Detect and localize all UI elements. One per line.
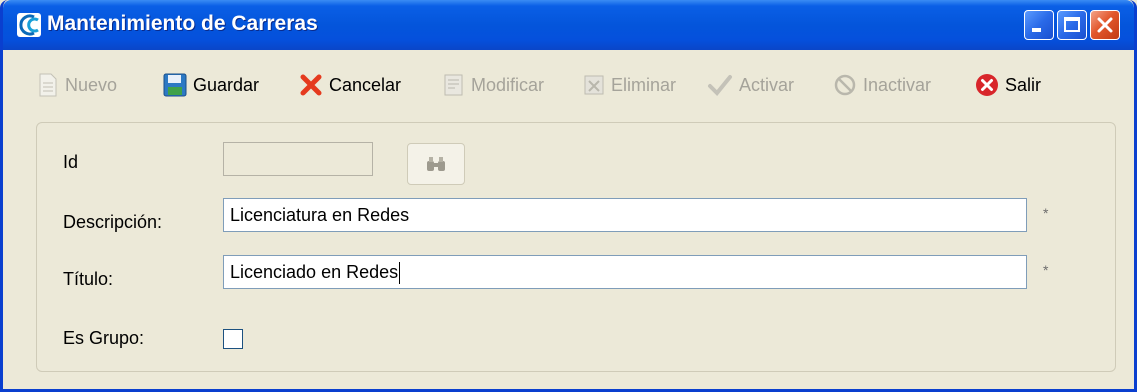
checkmark-icon: [708, 75, 732, 96]
cancelar-label: Cancelar: [329, 74, 402, 95]
edit-document-icon: [444, 74, 463, 96]
salir-label: Salir: [1005, 74, 1042, 95]
app-logo-icon: [17, 13, 41, 37]
cancelar-button[interactable]: Cancelar: [299, 72, 401, 98]
nuevo-label: Nuevo: [65, 74, 118, 95]
es-grupo-label: Es Grupo:: [63, 328, 145, 348]
maximize-button[interactable]: [1057, 10, 1087, 40]
id-label: Id: [63, 152, 79, 172]
es-grupo-checkbox[interactable]: [223, 329, 243, 349]
red-x-icon: [300, 74, 322, 96]
salir-button[interactable]: Salir: [975, 72, 1041, 98]
document-icon: [39, 73, 57, 97]
modificar-button[interactable]: Modificar: [443, 72, 544, 98]
maximize-icon: [1064, 17, 1080, 32]
title-bar[interactable]: Mantenimiento de Carreras: [3, 0, 1134, 50]
nuevo-button[interactable]: Nuevo: [37, 72, 117, 98]
modificar-label: Modificar: [471, 74, 545, 95]
eliminar-button[interactable]: Eliminar: [583, 72, 676, 98]
eliminar-label: Eliminar: [611, 74, 677, 95]
close-icon: [1097, 17, 1113, 33]
descripcion-field[interactable]: Licenciatura en Redes: [223, 198, 1027, 232]
toolbar: Nuevo Guardar Cancelar Modificar Elimina…: [3, 50, 1134, 116]
titulo-label: Título:: [63, 269, 114, 289]
guardar-label: Guardar: [193, 74, 260, 95]
floppy-disk-icon: [163, 73, 187, 97]
titulo-field[interactable]: Licenciado en Redes: [223, 255, 1027, 289]
id-field[interactable]: [223, 142, 373, 176]
delete-icon: [584, 75, 604, 95]
main-window: Mantenimiento de Carreras Nuevo Guardar …: [0, 0, 1137, 392]
titulo-required-mark: *: [1043, 262, 1049, 278]
minimize-icon: [1032, 28, 1041, 32]
guardar-button[interactable]: Guardar: [163, 72, 259, 98]
descripcion-required-mark: *: [1043, 205, 1049, 221]
activar-label: Activar: [739, 74, 795, 95]
inactivar-label: Inactivar: [863, 74, 932, 95]
activar-button[interactable]: Activar: [707, 72, 794, 98]
exit-icon: [976, 74, 998, 96]
inactivar-button[interactable]: Inactivar: [833, 72, 931, 98]
descripcion-label: Descripción:: [63, 212, 163, 232]
search-button[interactable]: [407, 143, 465, 185]
binoculars-icon: [427, 157, 445, 171]
prohibited-icon: [834, 74, 856, 96]
minimize-button[interactable]: [1024, 10, 1054, 40]
close-button[interactable]: [1090, 10, 1120, 40]
text-caret: [399, 262, 401, 285]
window-title: Mantenimiento de Carreras: [47, 12, 318, 35]
titulo-value: Licenciado en Redes: [230, 262, 399, 282]
form-panel: Id Descripción: Licenciatura en Redes * …: [36, 122, 1116, 372]
